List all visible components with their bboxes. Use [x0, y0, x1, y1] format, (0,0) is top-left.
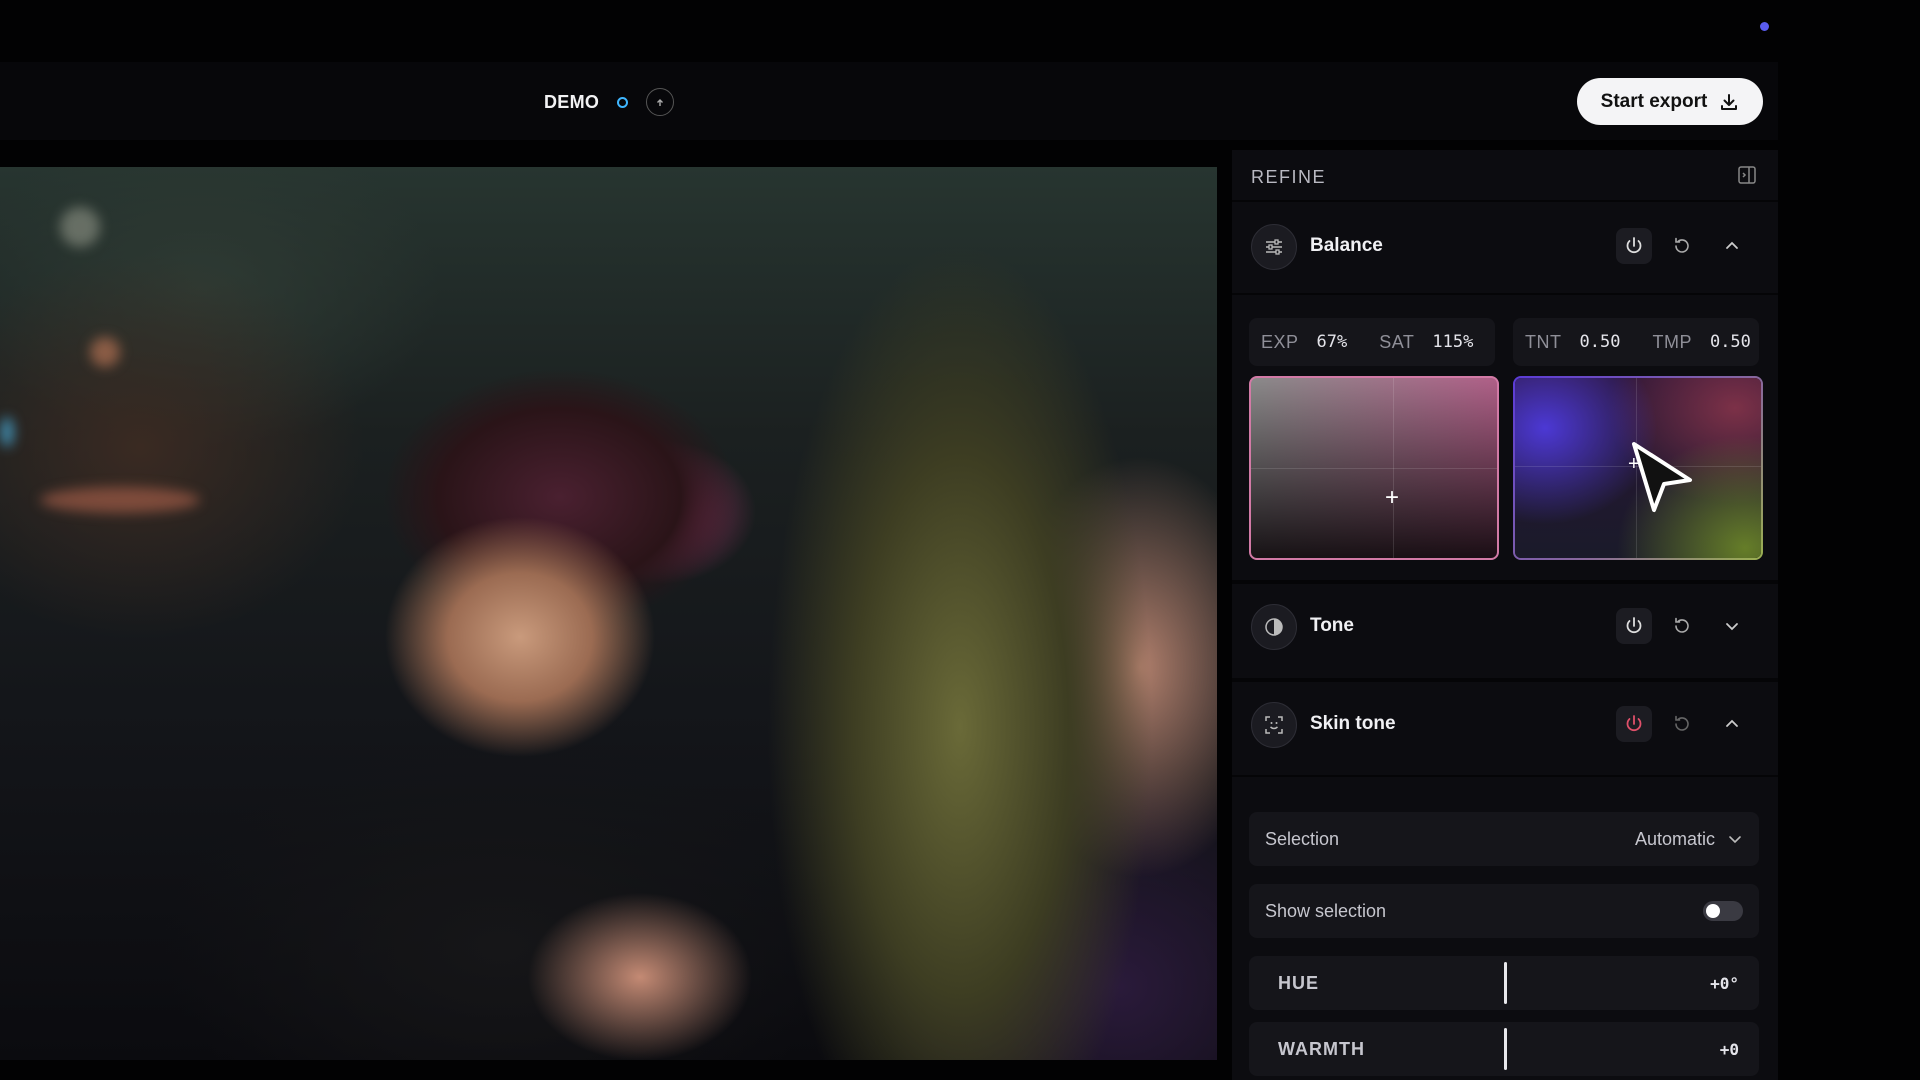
- tone-icon: [1251, 604, 1297, 650]
- bokeh-light: [0, 417, 14, 447]
- sat-label: SAT: [1379, 331, 1415, 352]
- plus-icon[interactable]: +: [1385, 486, 1399, 510]
- show-selection-label: Show selection: [1265, 901, 1387, 921]
- video-preview[interactable]: [0, 167, 1217, 1060]
- reset-icon: [1675, 237, 1689, 253]
- tmp-value: 0.50: [1709, 332, 1751, 352]
- power-icon: [1626, 237, 1642, 254]
- tone-reset-button[interactable]: [1667, 611, 1697, 641]
- hue-label: HUE: [1278, 973, 1320, 993]
- cursor-icon: [1632, 442, 1692, 512]
- tnt-label: TNT: [1525, 331, 1562, 352]
- balance-power-button[interactable]: [1616, 228, 1652, 264]
- divider: [1232, 775, 1778, 777]
- panel-collapse-icon[interactable]: [1737, 165, 1757, 190]
- hue-slider[interactable]: HUE +0°: [1249, 956, 1759, 1010]
- skin-tone-power-button[interactable]: [1616, 706, 1652, 742]
- exp-sat-readout: EXP 67% SAT 115%: [1249, 318, 1495, 366]
- tone-section-header[interactable]: Tone: [1232, 584, 1778, 664]
- balance-reset-button[interactable]: [1667, 231, 1697, 261]
- face-icon: [1251, 702, 1297, 748]
- warmth-slider[interactable]: WARMTH +0: [1249, 1022, 1759, 1076]
- tone-expand-button[interactable]: [1717, 611, 1747, 641]
- power-icon: [1626, 715, 1642, 732]
- show-selection-toggle[interactable]: [1703, 901, 1743, 921]
- hue-value: +0°: [1710, 974, 1739, 993]
- exposure-saturation-pad[interactable]: +: [1249, 376, 1499, 560]
- divider: [1232, 200, 1778, 202]
- sat-value: 115%: [1432, 332, 1474, 352]
- warmth-label: WARMTH: [1278, 1039, 1365, 1059]
- chevron-up-icon: [1726, 241, 1738, 249]
- bokeh-light: [60, 207, 100, 247]
- divider: [1232, 293, 1778, 295]
- warmth-value: +0: [1719, 1040, 1739, 1059]
- exp-label: EXP: [1261, 331, 1299, 352]
- bokeh-light: [40, 487, 200, 513]
- skin-tone-reset-button[interactable]: [1667, 709, 1697, 739]
- balance-section-header[interactable]: Balance: [1232, 204, 1778, 284]
- show-selection-row: Show selection: [1249, 884, 1759, 938]
- toggle-knob: [1706, 904, 1720, 918]
- project-header: DEMO: [544, 88, 675, 116]
- sliders-icon: [1251, 224, 1297, 270]
- warmth-slider-thumb[interactable]: [1504, 1028, 1507, 1070]
- chevron-down-icon: [1726, 623, 1738, 631]
- tnt-value: 0.50: [1579, 332, 1621, 352]
- pad-guide: [1251, 468, 1497, 469]
- start-export-button[interactable]: Start export: [1577, 78, 1763, 125]
- tmp-label: TMP: [1652, 331, 1692, 352]
- balance-collapse-button[interactable]: [1717, 231, 1747, 261]
- status-indicator: [1760, 22, 1769, 31]
- sync-icon[interactable]: [646, 88, 675, 116]
- download-icon: [1721, 93, 1738, 110]
- skin-tone-section-header[interactable]: Skin tone: [1232, 682, 1778, 762]
- skin-tone-title: Skin tone: [1310, 713, 1396, 734]
- tone-title: Tone: [1310, 615, 1354, 636]
- reset-icon: [1675, 617, 1689, 633]
- panel-title: REFINE: [1251, 167, 1327, 187]
- live-indicator: [617, 96, 629, 108]
- tone-power-button[interactable]: [1616, 608, 1652, 644]
- tnt-tmp-readout: TNT 0.50 TMP 0.50: [1513, 318, 1759, 366]
- refine-panel: REFINE Balance EXP 67% SAT 115% TNT 0.50…: [1232, 150, 1778, 1080]
- reset-icon: [1675, 715, 1689, 731]
- hue-slider-thumb[interactable]: [1504, 962, 1507, 1004]
- power-icon: [1626, 617, 1642, 634]
- start-export-label: Start export: [1600, 90, 1708, 112]
- chevron-up-icon: [1726, 719, 1738, 727]
- bokeh-light: [90, 337, 120, 367]
- balance-title: Balance: [1310, 235, 1383, 256]
- chevron-down-icon: [1729, 836, 1741, 844]
- top-bar: [0, 62, 1778, 140]
- skin-tone-collapse-button[interactable]: [1717, 709, 1747, 739]
- project-name: DEMO: [544, 91, 600, 112]
- selection-label: Selection: [1265, 829, 1340, 849]
- exp-value: 67%: [1316, 332, 1348, 352]
- selection-value: Automatic: [1634, 829, 1715, 849]
- selection-dropdown[interactable]: Selection Automatic: [1249, 812, 1759, 866]
